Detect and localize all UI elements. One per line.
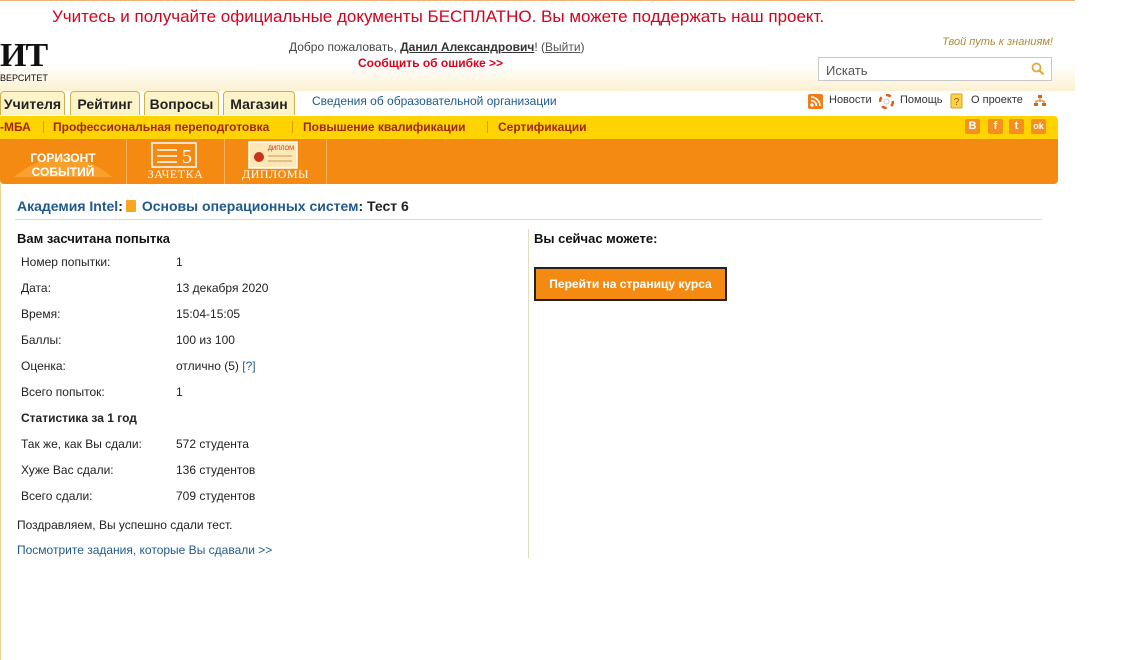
stats-value: 572 студента <box>176 437 249 451</box>
stats-key: Всего сдали: <box>21 489 93 503</box>
book-icon <box>125 200 136 212</box>
vk-icon[interactable]: В <box>965 119 980 134</box>
horizon-logo: ГОРИЗОНТ СОБЫТИЙ <box>14 151 112 179</box>
attempt-title: Вам засчитана попытка <box>17 231 170 246</box>
welcome-excl: ! ( <box>534 40 545 54</box>
promo-link[interactable]: Учитесь и получайте официальные документ… <box>52 7 824 27</box>
facebook-icon[interactable]: f <box>988 119 1003 134</box>
stats-title: Статистика за 1 год <box>21 411 137 425</box>
odnoklassniki-icon[interactable]: ok <box>1031 119 1046 134</box>
rss-icon[interactable] <box>808 94 823 109</box>
congrats-text: Поздравляем, Вы успешно сдали тест. <box>17 518 233 532</box>
menu-retraining[interactable]: Профессиональная переподготовка <box>53 120 269 134</box>
info-icon[interactable]: ? <box>950 93 963 109</box>
svg-text:?: ? <box>954 97 960 108</box>
diploma-icon: ДИПЛОМ <box>248 141 298 169</box>
breadcrumb-current: Тест 6 <box>363 198 409 214</box>
result-value: 1 <box>176 255 183 269</box>
site-logo-caption: ВЕРСИТЕТ <box>0 73 48 83</box>
result-key: Время: <box>21 307 61 321</box>
user-profile-link[interactable]: Данил Александрович <box>400 40 534 54</box>
breadcrumb: Академия Intel: Основы операционных систе… <box>17 198 409 214</box>
breadcrumb-academy[interactable]: Академия Intel <box>17 198 118 214</box>
promo-banner: Учитесь и получайте официальные документ… <box>0 0 1075 33</box>
result-key: Всего попыток: <box>21 385 105 399</box>
result-value: 13 декабря 2020 <box>176 281 269 295</box>
tab-teachers[interactable]: Учителя <box>0 91 65 115</box>
search-icon[interactable] <box>1031 62 1045 76</box>
welcome-prefix: Добро пожаловать, <box>289 40 401 54</box>
search-box <box>818 57 1052 81</box>
grade-help-link[interactable]: [?] <box>242 359 255 373</box>
welcome-close: ) <box>580 40 585 54</box>
column-divider <box>528 229 529 558</box>
go-to-course-button[interactable]: Перейти на страницу курса <box>534 267 727 301</box>
stats-value: 709 студентов <box>176 489 256 503</box>
zachetka-button[interactable]: 5 ЗАЧЕТКА <box>127 139 225 184</box>
programs-bar: -МБА Профессиональная переподготовка Пов… <box>0 116 1058 139</box>
view-tasks-link[interactable]: Посмотрите задания, которые Вы сдавали >… <box>17 543 272 557</box>
search-input[interactable] <box>824 59 1028 81</box>
sitemap-icon[interactable] <box>1034 95 1046 107</box>
menu-divider <box>487 121 488 133</box>
grade-value: отлично (5) <box>176 359 239 373</box>
horizon-events-button[interactable]: ГОРИЗОНТ СОБЫТИЙ <box>0 139 127 184</box>
svg-text:ДИПЛОМ: ДИПЛОМ <box>268 146 294 152</box>
result-value: 1 <box>176 385 183 399</box>
stats-key: Так же, как Вы сдали: <box>21 437 142 451</box>
menu-qualification[interactable]: Повышение квалификации <box>303 120 465 134</box>
result-key: Баллы: <box>21 333 62 347</box>
result-key: Номер попытки: <box>21 255 111 269</box>
diplomas-button[interactable]: ДИПЛОМ ДИПЛОМЫ <box>225 139 327 184</box>
tab-questions[interactable]: Вопросы <box>144 91 219 115</box>
help-link[interactable]: Помощь <box>900 94 943 106</box>
site-logo[interactable]: ИТ <box>0 37 48 75</box>
result-value: 15:04-15:05 <box>176 307 241 321</box>
svg-text:ГОРИЗОНТ: ГОРИЗОНТ <box>30 151 96 165</box>
site-header: ИТ ВЕРСИТЕТ Добро пожаловать, Данил Алек… <box>0 31 1075 91</box>
menu-divider <box>292 121 293 133</box>
welcome-text: Добро пожаловать, Данил Александрович! (… <box>289 40 585 54</box>
twitter-icon[interactable]: t <box>1009 119 1024 134</box>
services-bar: ГОРИЗОНТ СОБЫТИЙ 5 ЗАЧЕТКА ДИПЛОМ ДИПЛОМ… <box>0 139 1058 184</box>
zachetka-label: ЗАЧЕТКА <box>147 167 204 181</box>
breadcrumb-colon: : <box>118 198 123 214</box>
gradebook-icon: 5 <box>151 142 197 168</box>
menu-divider <box>43 121 44 133</box>
actions-title: Вы сейчас можете: <box>534 231 658 246</box>
org-info-link[interactable]: Сведения об образовательной организации <box>312 94 557 108</box>
about-link[interactable]: О проекте <box>971 94 1023 106</box>
logout-link[interactable]: Выйти <box>545 40 581 54</box>
stats-value: 136 студентов <box>176 463 256 477</box>
tab-rating[interactable]: Рейтинг <box>70 91 140 115</box>
tab-shop[interactable]: Магазин <box>223 91 295 115</box>
main-tabs: Учителя Рейтинг Вопросы Магазин <box>0 91 300 116</box>
menu-certifications[interactable]: Сертификации <box>498 120 586 134</box>
menu-mba[interactable]: -МБА <box>0 120 31 134</box>
breadcrumb-divider <box>15 219 1042 220</box>
svg-text:5: 5 <box>182 146 192 168</box>
result-key: Оценка: <box>21 359 66 373</box>
site-motto: Твой путь к знаниям! <box>942 36 1053 48</box>
diplomas-label: ДИПЛОМЫ <box>242 167 309 181</box>
result-value: 100 из 100 <box>176 333 235 347</box>
news-link[interactable]: Новости <box>829 94 872 106</box>
lifebuoy-icon[interactable] <box>879 94 894 109</box>
breadcrumb-course[interactable]: Основы операционных систем <box>142 198 359 214</box>
result-key: Дата: <box>21 281 51 295</box>
svg-text:СОБЫТИЙ: СОБЫТИЙ <box>32 164 95 179</box>
stats-key: Хуже Вас сдали: <box>21 463 114 477</box>
content-left-border <box>0 184 1 660</box>
result-value: отлично (5) [?] <box>176 359 256 373</box>
report-error-link[interactable]: Сообщить об ошибке >> <box>358 56 503 70</box>
